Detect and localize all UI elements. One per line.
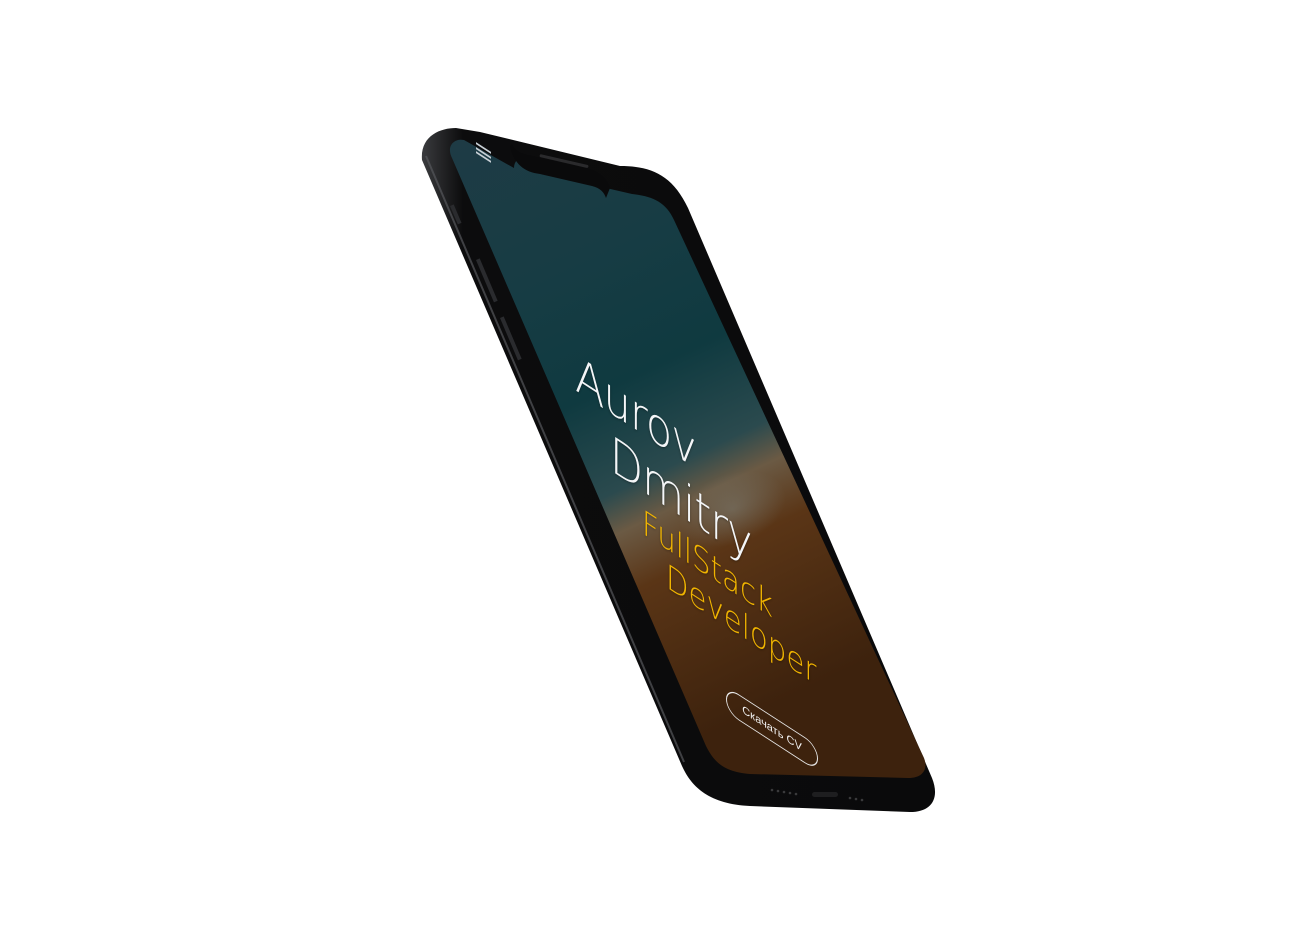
charging-port — [812, 792, 838, 797]
phone-mockup: Aurov Dmitry FullStack Developer Скачать… — [420, 126, 940, 816]
mockup-stage: Aurov Dmitry FullStack Developer Скачать… — [0, 0, 1292, 948]
hamburger-menu-icon[interactable] — [476, 142, 496, 164]
